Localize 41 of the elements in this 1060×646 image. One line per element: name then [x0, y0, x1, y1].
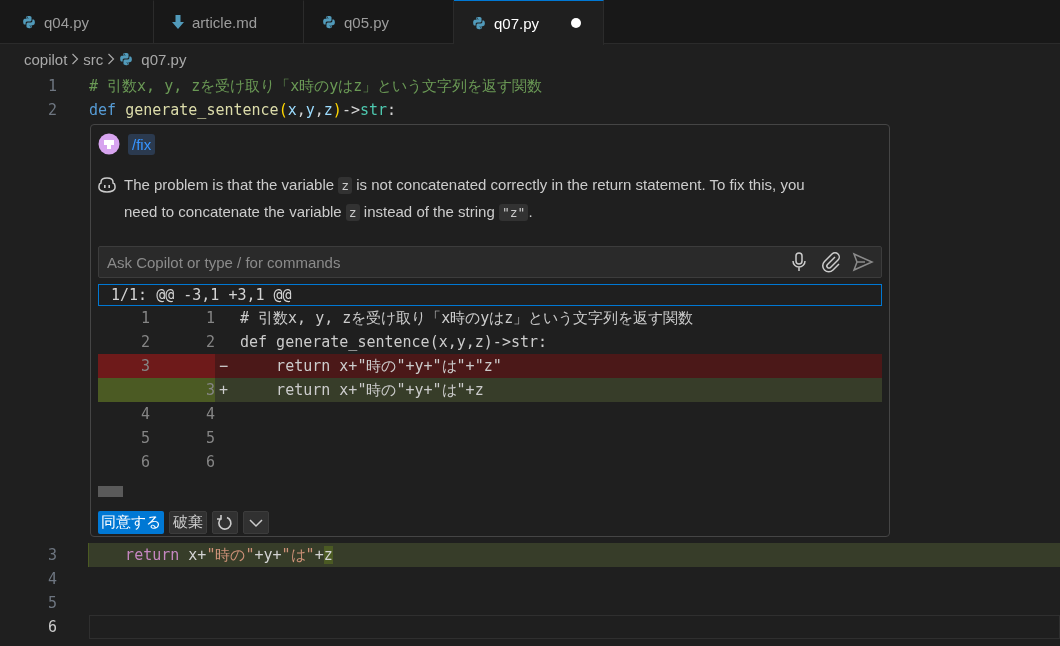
robot-icon: [98, 177, 116, 193]
breadcrumb-item[interactable]: q07.py: [119, 50, 187, 68]
down-arrow-icon: [172, 15, 184, 29]
diff-hunk-header: 1/1: @@ -3,1 +3,1 @@: [98, 284, 882, 306]
line-number: 6: [46, 618, 57, 636]
line-number: 1: [46, 77, 57, 95]
python-icon: [322, 15, 336, 29]
diff-row-text: 6 6: [139, 452, 216, 473]
breadcrumb-item[interactable]: copilot: [24, 50, 68, 68]
slash-command: /fix: [128, 133, 156, 155]
dropdown-button[interactable]: [243, 511, 269, 534]
diff-row-text: 2 2 def generate_sentence(x,y,z)->str:: [139, 332, 549, 353]
chevron-right-icon: [107, 53, 116, 65]
python-icon: [22, 15, 36, 29]
line-number: 2: [46, 101, 57, 119]
line-number: 3: [46, 546, 57, 564]
code-line: # 引数x, y, zを受け取り「x時のyはz」という文字列を返す関数: [89, 75, 544, 97]
diff-row-text: 5 5: [139, 428, 216, 449]
chevron-right-icon: [71, 53, 80, 65]
diff-row: 3 − return x+"時の"+y+"は"+"z": [98, 354, 882, 378]
avatar-icon: [98, 133, 120, 155]
chevron-down-icon: [249, 517, 263, 528]
regenerate-button[interactable]: [212, 511, 238, 534]
action-button[interactable]: 同意する: [98, 511, 164, 534]
line-number: 4: [46, 570, 57, 588]
code-line: def generate_sentence(x,y,z)->str:: [89, 100, 398, 121]
paperclip-icon[interactable]: [820, 251, 842, 273]
line-number: 5: [46, 594, 57, 612]
scrollbar-thumb[interactable]: [98, 486, 123, 497]
editor-tab[interactable]: q07.py: [454, 0, 604, 45]
diff-row: 3 + return x+"時の"+y+"は"+z: [98, 378, 882, 402]
diff-row-text: 1 1 # 引数x, y, zを受け取り「x時のyはz」という文字列を返す関数: [139, 307, 695, 329]
breadcrumb-item[interactable]: src: [83, 50, 104, 68]
python-icon: [472, 16, 486, 30]
action-button[interactable]: 破棄: [169, 511, 207, 534]
chat-input-field[interactable]: Ask Copilot or type / for commands: [98, 246, 882, 278]
chat-response: The problem is that the variable z is not concatenated correctly in the return statement. To fix this, you need to concatenate the variable z instead of the string "z" .: [124, 175, 806, 223]
python-icon: [119, 52, 134, 66]
diff-row-text: 4 4: [139, 404, 216, 425]
refresh-icon: [216, 513, 234, 532]
send-icon[interactable]: [852, 251, 874, 273]
